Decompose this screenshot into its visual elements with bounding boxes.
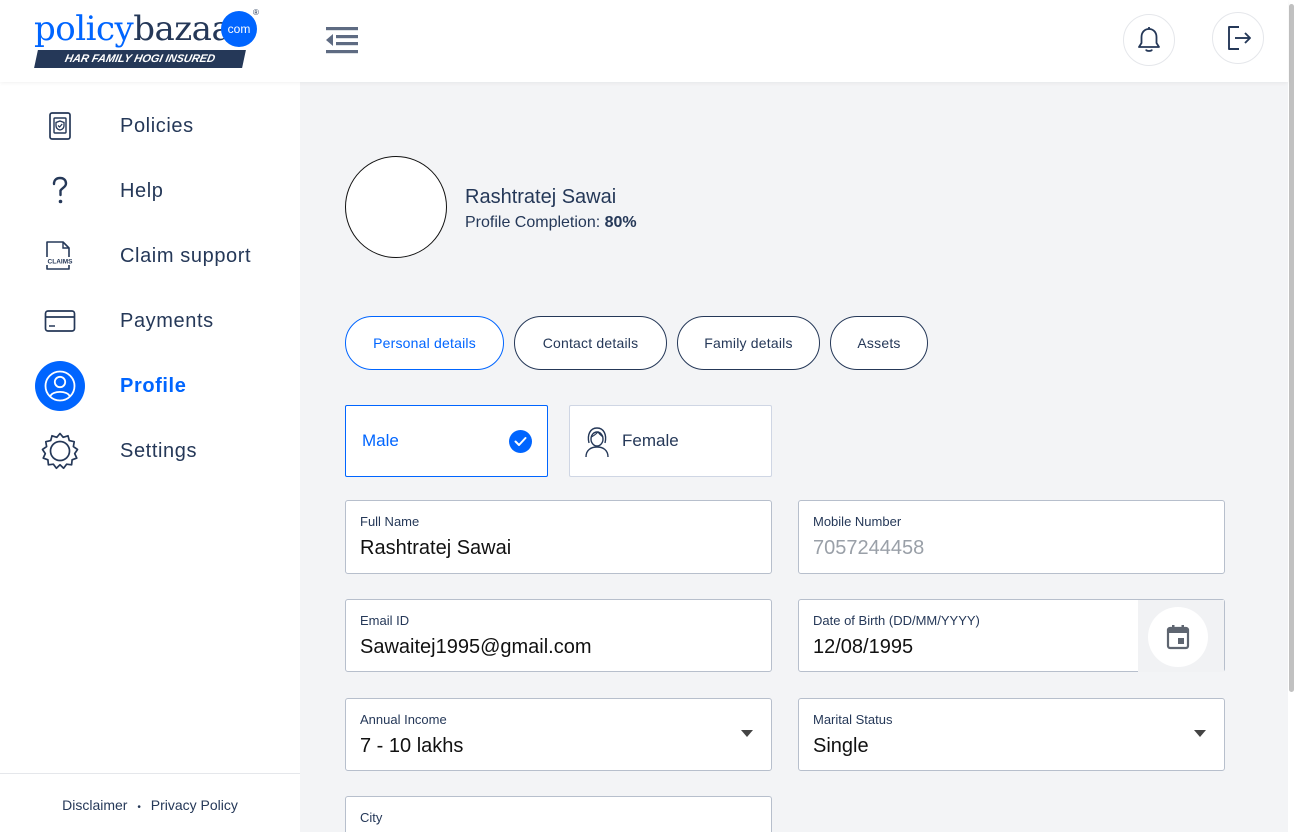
gender-male-label: Male [362, 431, 399, 450]
page-scrollbar-thumb[interactable] [1289, 4, 1294, 692]
gear-icon [35, 426, 85, 476]
notification-button[interactable] [1123, 14, 1175, 66]
annual-income-value[interactable]: 7 - 10 lakhs [360, 735, 463, 758]
full-name-field[interactable]: Full Name Rashtratej Sawai [345, 500, 772, 574]
gender-female-label: Female [622, 431, 679, 450]
tab-personal-details[interactable]: Personal details [345, 316, 504, 370]
question-icon [35, 166, 85, 216]
sidebar: Policies Help CLAIMS Claim support Payme… [0, 82, 300, 832]
date-of-birth-value[interactable]: 12/08/1995 [813, 636, 913, 659]
svg-text:CLAIMS: CLAIMS [48, 259, 74, 266]
calendar-button[interactable] [1148, 607, 1208, 667]
policybazaar-logo[interactable]: policybazaar com ® HAR FAMILY HOGI INSUR… [34, 8, 262, 70]
logo-wordmark: policybazaar [34, 9, 247, 49]
female-avatar-icon [584, 426, 610, 463]
profile-avatar[interactable] [345, 156, 447, 258]
logo-registered-mark: ® [253, 8, 259, 17]
claims-document-icon: CLAIMS [35, 231, 85, 281]
sidebar-item-label: Payments [120, 310, 214, 332]
profile-completion: Profile Completion: 80% [465, 214, 637, 232]
tab-family-details[interactable]: Family details [677, 316, 820, 370]
marital-status-value[interactable]: Single [813, 735, 869, 758]
full-name-label: Full Name [360, 514, 420, 529]
collapse-menu-icon[interactable] [322, 22, 360, 58]
footer-separator: • [137, 802, 141, 813]
dropdown-arrow-icon[interactable] [741, 730, 753, 737]
policy-document-icon [35, 101, 85, 151]
marital-status-label: Marital Status [813, 712, 893, 727]
sidebar-item-claim-support[interactable]: CLAIMS Claim support [0, 227, 300, 285]
gender-option-female[interactable]: Female [569, 405, 772, 477]
date-of-birth-field[interactable]: Date of Birth (DD/MM/YYYY) 12/08/1995 [798, 599, 1225, 672]
mobile-number-field[interactable]: Mobile Number 7057244458 [798, 500, 1225, 574]
calendar-button-area [1138, 600, 1224, 672]
sidebar-item-label: Profile [120, 375, 187, 397]
city-field[interactable]: City [345, 796, 772, 832]
top-header: policybazaar com ® HAR FAMILY HOGI INSUR… [0, 0, 1288, 82]
dropdown-arrow-icon[interactable] [1194, 730, 1206, 737]
bell-icon [1138, 27, 1160, 52]
logout-button[interactable] [1212, 12, 1264, 64]
sidebar-item-help[interactable]: Help [0, 162, 300, 220]
privacy-policy-link[interactable]: Privacy Policy [151, 797, 238, 813]
credit-card-icon [35, 296, 85, 346]
logo-tagline: HAR FAMILY HOGI INSURED [34, 50, 246, 68]
email-label: Email ID [360, 613, 410, 628]
city-label: City [360, 810, 383, 825]
user-icon [35, 361, 85, 411]
sidebar-item-label: Settings [120, 440, 198, 462]
check-icon [509, 430, 532, 453]
sidebar-item-label: Claim support [120, 245, 252, 267]
tab-contact-details[interactable]: Contact details [514, 316, 667, 370]
sidebar-footer: Disclaimer • Privacy Policy [0, 773, 300, 832]
mobile-number-value[interactable]: 7057244458 [813, 537, 924, 560]
sidebar-item-label: Policies [120, 115, 194, 137]
logo-com-badge: com [221, 11, 257, 47]
full-name-value[interactable]: Rashtratej Sawai [360, 537, 511, 560]
calendar-icon [1166, 625, 1190, 650]
email-field[interactable]: Email ID Sawaitej1995@gmail.com [345, 599, 772, 672]
gender-option-male[interactable]: Male [345, 405, 548, 477]
sidebar-item-label: Help [120, 180, 164, 202]
tab-assets[interactable]: Assets [830, 316, 928, 370]
sidebar-item-profile[interactable]: Profile [0, 357, 300, 415]
email-value[interactable]: Sawaitej1995@gmail.com [360, 636, 592, 659]
date-of-birth-label: Date of Birth (DD/MM/YYYY) [813, 613, 980, 628]
sidebar-item-payments[interactable]: Payments [0, 292, 300, 350]
marital-status-select[interactable]: Marital Status Single [798, 698, 1225, 771]
profile-completion-label: Profile Completion: [465, 214, 601, 231]
logout-icon [1228, 26, 1251, 50]
mobile-number-label: Mobile Number [813, 514, 902, 529]
sidebar-item-policies[interactable]: Policies [0, 97, 300, 155]
annual-income-label: Annual Income [360, 712, 447, 727]
sidebar-item-settings[interactable]: Settings [0, 422, 300, 480]
profile-name: Rashtratej Sawai [465, 186, 617, 208]
profile-completion-value: 80% [604, 214, 637, 231]
annual-income-select[interactable]: Annual Income 7 - 10 lakhs [345, 698, 772, 771]
disclaimer-link[interactable]: Disclaimer [62, 797, 127, 813]
